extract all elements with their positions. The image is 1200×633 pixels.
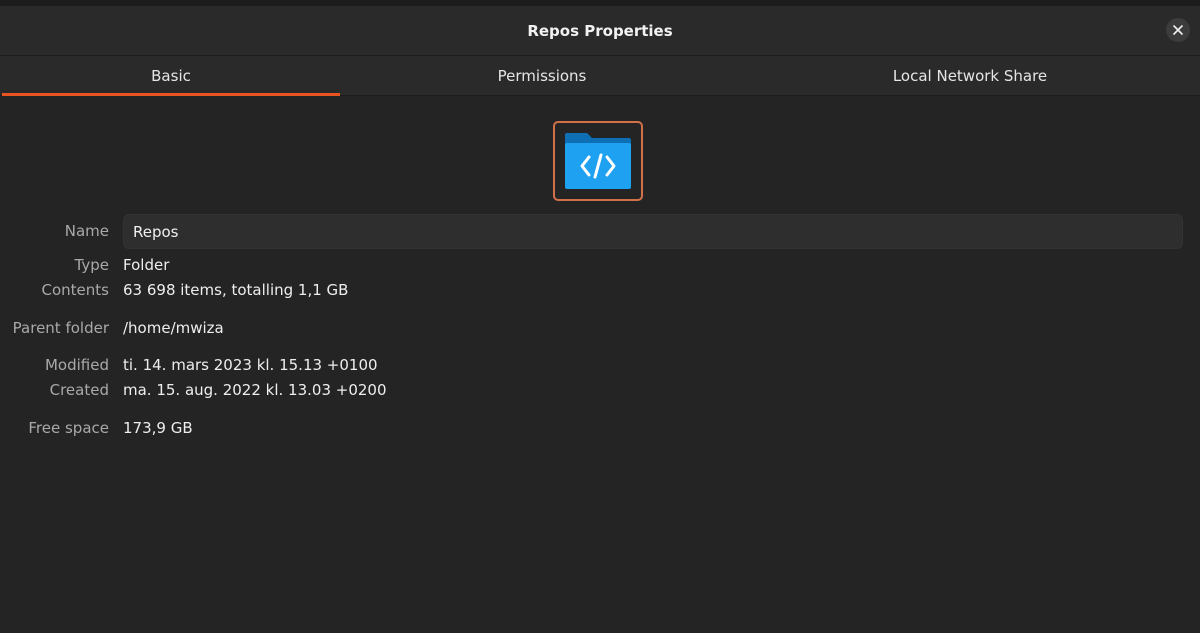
close-button[interactable] [1166, 18, 1190, 42]
name-label: Name [64, 222, 109, 240]
modified-label: Modified [44, 356, 109, 374]
tab-bar: Basic Permissions Local Network Share [0, 56, 1200, 96]
properties-window: Repos Properties Basic Permissions Local… [0, 0, 1200, 633]
close-icon [1173, 25, 1183, 35]
tab-permissions-label: Permissions [497, 66, 587, 85]
tab-basic[interactable]: Basic [2, 56, 340, 96]
parent-folder-value: /home/mwiza [123, 319, 224, 337]
folder-icon-button[interactable] [553, 121, 643, 201]
tab-permissions[interactable]: Permissions [340, 56, 744, 95]
contents-label: Contents [41, 281, 109, 299]
modified-value: ti. 14. mars 2023 kl. 15.13 +0100 [123, 356, 378, 374]
name-field[interactable]: Repos [123, 214, 1183, 249]
title-bar[interactable]: Repos Properties [0, 6, 1200, 56]
parent-folder-label: Parent folder [12, 319, 109, 337]
type-value: Folder [123, 256, 170, 274]
window-title: Repos Properties [527, 21, 673, 40]
tab-local-network-share[interactable]: Local Network Share [744, 56, 1196, 95]
name-field-value: Repos [133, 222, 179, 241]
created-value: ma. 15. aug. 2022 kl. 13.03 +0200 [123, 381, 387, 399]
free-space-value: 173,9 GB [123, 419, 193, 437]
created-label: Created [49, 381, 109, 399]
folder-code-icon [565, 133, 631, 189]
free-space-label: Free space [28, 419, 109, 437]
tab-basic-label: Basic [151, 66, 191, 85]
tab-local-network-share-label: Local Network Share [892, 66, 1048, 85]
contents-value: 63 698 items, totalling 1,1 GB [123, 281, 349, 299]
type-label: Type [74, 256, 109, 274]
